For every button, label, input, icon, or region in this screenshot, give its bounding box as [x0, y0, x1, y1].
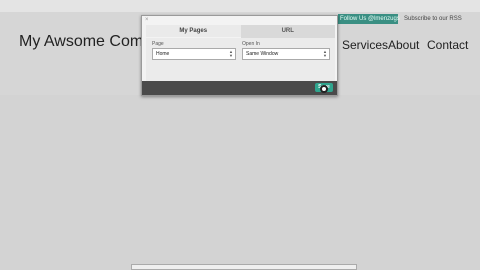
close-icon[interactable]: × — [145, 17, 149, 23]
select-arrows-icon: ▲ ▼ — [229, 49, 233, 58]
open-in-select-value: Same Window — [246, 51, 279, 57]
bottom-bar — [131, 264, 357, 270]
page-label: Page — [152, 41, 164, 47]
nav-contact[interactable]: Contact — [427, 38, 468, 52]
tab-panel: Page Home ▲ ▼ Open In Same Window ▲ ▼ — [146, 38, 335, 84]
open-in-label: Open In — [242, 41, 260, 47]
nav-services[interactable]: Services — [342, 38, 388, 52]
rss-link[interactable]: Subscribe to our RSS — [404, 14, 462, 24]
follow-us-link[interactable]: Follow Us @lmenzugs — [338, 14, 400, 24]
site-title: My Awsome Comp — [19, 33, 149, 50]
link-popup: × My Pages URL Page Home ▲ ▼ Open In Same… — [141, 15, 338, 96]
page-background: Follow Us @lmenzugs Subscribe to our RSS… — [0, 0, 480, 270]
nav-about[interactable]: About — [388, 38, 419, 52]
content-area — [0, 95, 480, 270]
popup-tabs: My Pages URL — [146, 25, 335, 38]
tab-my-pages[interactable]: My Pages — [146, 25, 241, 38]
top-bar — [0, 0, 480, 12]
open-in-select[interactable]: Same Window ▲ ▼ — [242, 48, 330, 60]
page-select[interactable]: Home ▲ ▼ — [152, 48, 236, 60]
popup-footer: Save — [142, 81, 337, 95]
cursor-icon — [320, 85, 328, 93]
select-arrows-icon: ▲ ▼ — [323, 49, 327, 58]
tab-url[interactable]: URL — [240, 25, 335, 38]
page-select-value: Home — [156, 51, 170, 57]
